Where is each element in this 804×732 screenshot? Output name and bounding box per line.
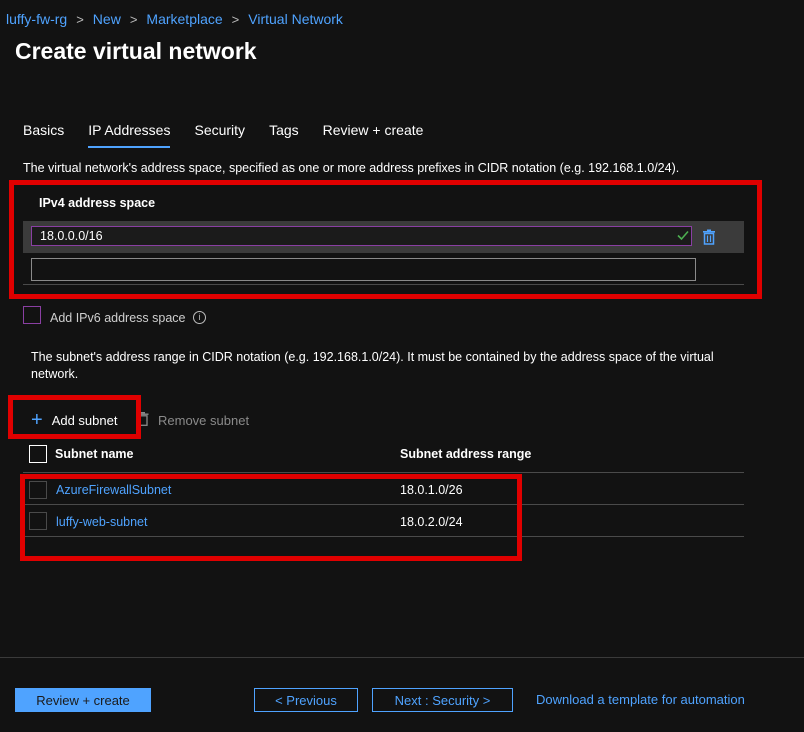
breadcrumb: luffy-fw-rg > New > Marketplace > Virtua… (6, 10, 343, 28)
subnet-description: The subnet's address range in CIDR notat… (31, 350, 714, 381)
download-template-link[interactable]: Download a template for automation (536, 692, 745, 707)
add-ipv6-label: Add IPv6 address space (50, 311, 186, 325)
address-space-description: The virtual network's address space, spe… (23, 161, 680, 175)
info-icon[interactable]: i (193, 311, 206, 324)
breadcrumb-item-new[interactable]: New (93, 11, 121, 27)
next-security-button[interactable]: Next : Security > (372, 688, 513, 712)
annotation-box-add-subnet (8, 395, 141, 439)
tab-review-create[interactable]: Review + create (323, 122, 424, 148)
page-title: Create virtual network (15, 38, 257, 64)
review-create-button[interactable]: Review + create (15, 688, 151, 712)
tab-basics[interactable]: Basics (23, 122, 64, 148)
tab-security[interactable]: Security (194, 122, 245, 148)
breadcrumb-item-marketplace[interactable]: Marketplace (146, 11, 222, 27)
annotation-box-address-space (9, 180, 762, 299)
chevron-right-icon: > (76, 11, 84, 27)
annotation-box-subnet-rows (20, 474, 522, 561)
chevron-right-icon: > (129, 11, 138, 27)
previous-button[interactable]: < Previous (254, 688, 358, 712)
footer-divider (0, 657, 804, 658)
column-header-subnet-name: Subnet name (55, 447, 134, 461)
select-all-checkbox[interactable] (29, 445, 47, 463)
remove-subnet-label: Remove subnet (158, 412, 250, 428)
chevron-right-icon: > (231, 11, 240, 27)
tab-tags[interactable]: Tags (269, 122, 299, 148)
remove-subnet-button[interactable]: Remove subnet (137, 410, 249, 430)
column-header-subnet-range: Subnet address range (400, 447, 532, 461)
divider (23, 472, 744, 473)
tab-ip-addresses[interactable]: IP Addresses (88, 122, 171, 148)
breadcrumb-item-virtual-network[interactable]: Virtual Network (248, 11, 343, 27)
add-ipv6-checkbox[interactable] (23, 306, 41, 324)
breadcrumb-item-resource-group[interactable]: luffy-fw-rg (6, 11, 67, 27)
tab-bar: Basics IP Addresses Security Tags Review… (23, 122, 447, 150)
